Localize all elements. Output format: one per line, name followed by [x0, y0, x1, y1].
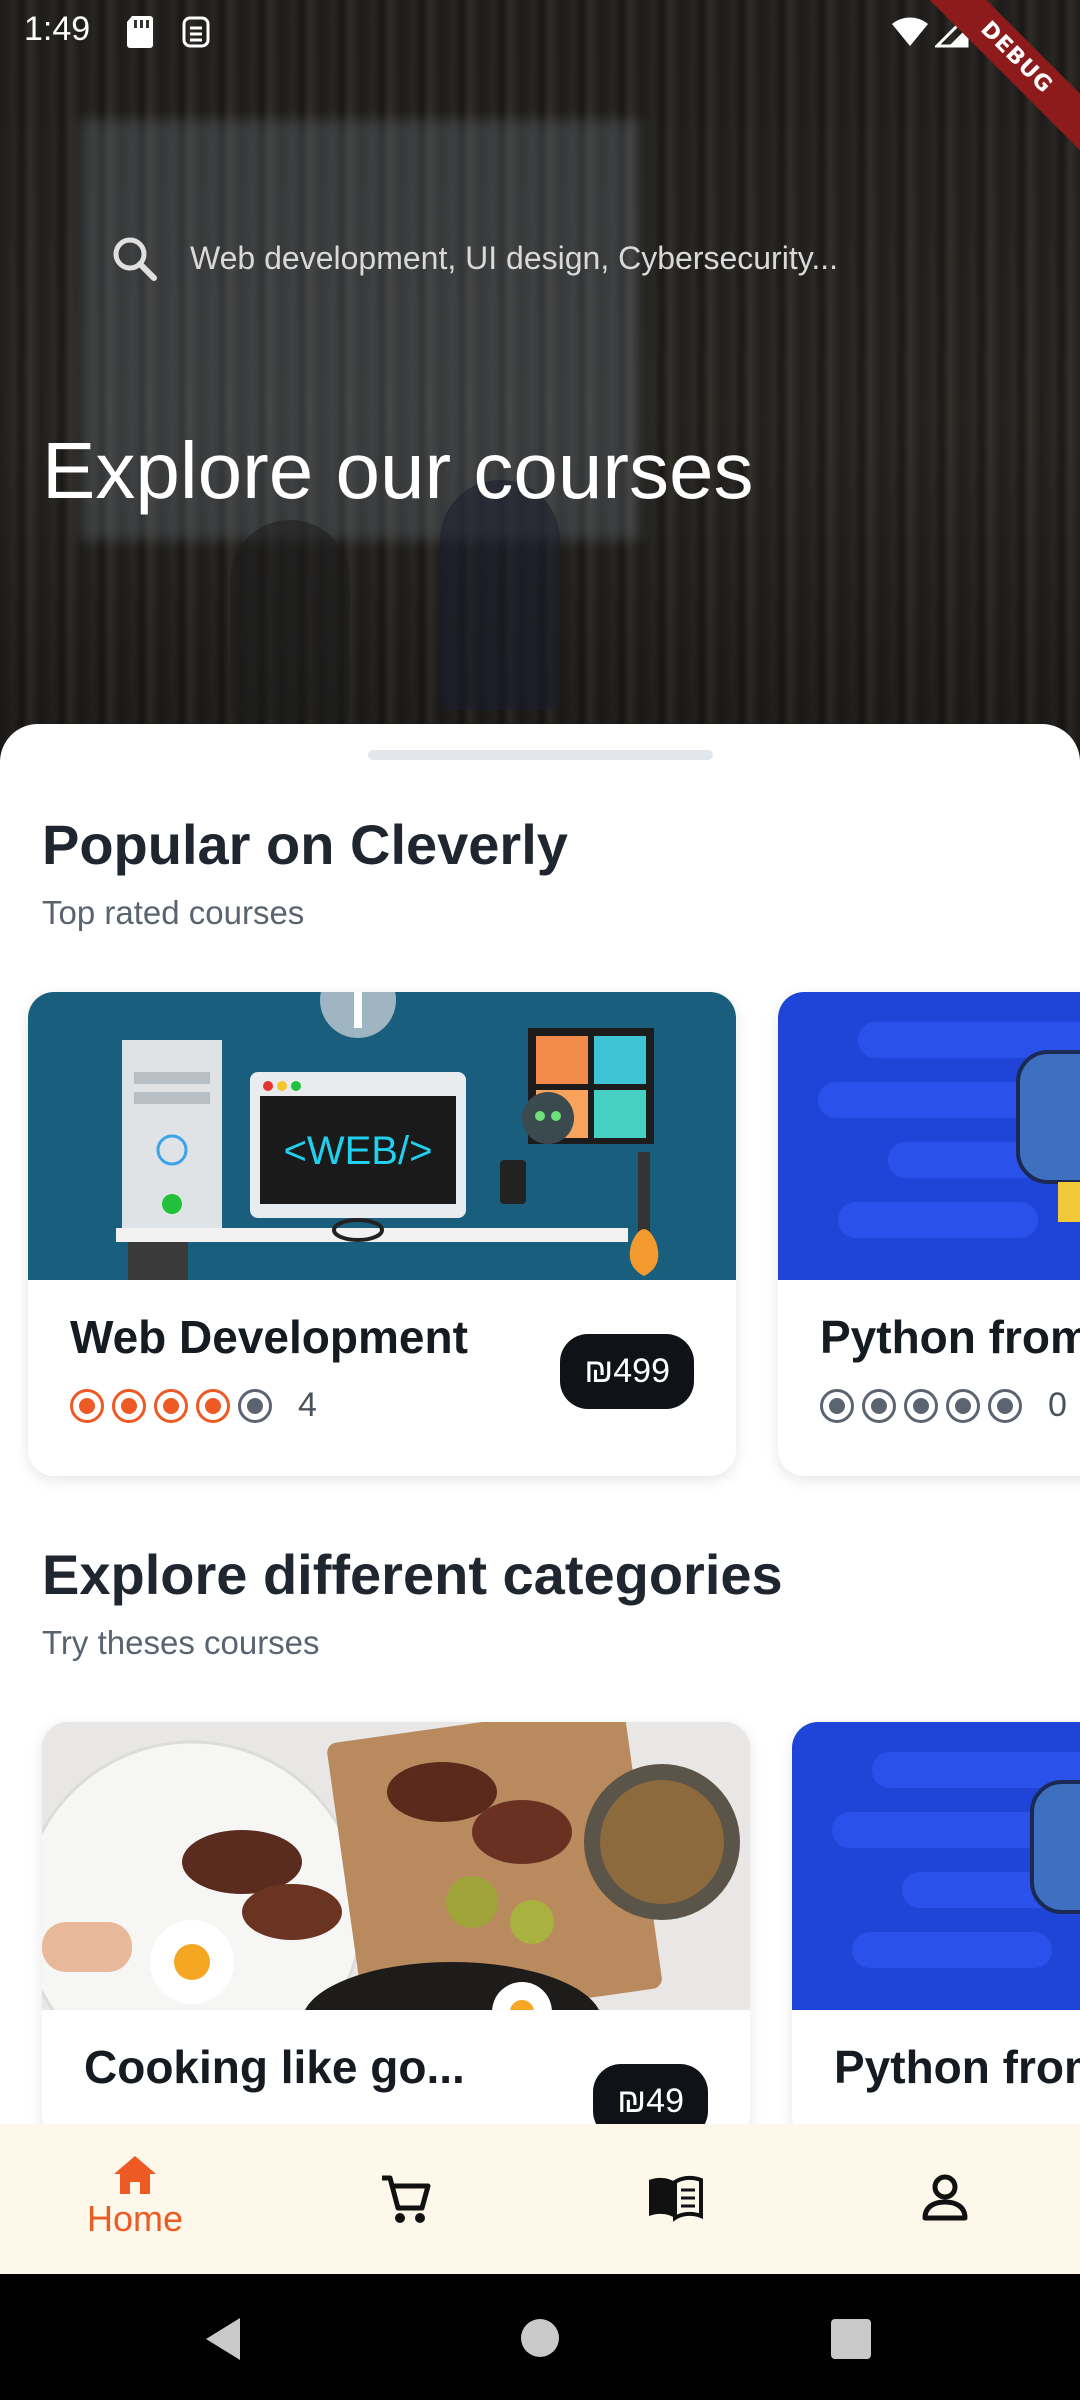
hero-background-person — [230, 520, 350, 720]
course-card-web-development[interactable]: <WEB/> Web Development 4 ₪499 — [28, 992, 736, 1476]
back-icon[interactable] — [202, 2316, 244, 2362]
course-title: Python from — [834, 2041, 1080, 2093]
hero-banner: 1:49 DEBUG Web development, UI design, C… — [0, 0, 1080, 760]
sd-card-icon — [127, 16, 153, 48]
course-thumbnail — [792, 1722, 1080, 2010]
sim-icon — [182, 16, 210, 48]
search-icon — [113, 237, 157, 281]
rating-dot-filled — [154, 1388, 188, 1423]
thumb-stripe — [818, 1082, 1038, 1118]
nav-profile[interactable] — [865, 2172, 1025, 2272]
course-title: Cooking like go... — [84, 2041, 465, 2093]
rating-dot-empty — [862, 1388, 896, 1423]
app-screen: 1:49 DEBUG Web development, UI design, C… — [0, 0, 1080, 2274]
rating-dot-filled — [196, 1388, 230, 1423]
content-sheet[interactable]: Popular on Cleverly Top rated courses <W… — [0, 724, 1080, 2274]
bottom-navigation: Home — [0, 2124, 1080, 2274]
status-bar: 1:49 DEBUG — [0, 0, 1080, 157]
rating-count: 0 — [1048, 1386, 1067, 1424]
course-card-python[interactable]: Python from 0 — [778, 992, 1080, 1476]
popular-section-title: Popular on Cleverly — [42, 813, 568, 876]
thumb-stripe — [832, 1812, 1052, 1848]
course-thumbnail — [42, 1722, 750, 2010]
cooking-illustration — [42, 1722, 750, 2010]
nav-cart[interactable] — [325, 2172, 485, 2272]
nav-home[interactable]: Home — [55, 2154, 215, 2254]
rating-dot-empty — [820, 1388, 854, 1423]
rating-dot-filled — [112, 1388, 146, 1423]
nav-my-courses[interactable] — [595, 2174, 755, 2274]
rating-count: 4 — [298, 1386, 317, 1424]
nav-home-label: Home — [86, 2198, 184, 2239]
profile-icon — [922, 2174, 968, 2221]
rating-dot-empty — [946, 1388, 980, 1423]
python-logo — [1030, 1780, 1080, 1914]
course-thumbnail: <WEB/> — [28, 992, 736, 1280]
python-logo — [1016, 1050, 1080, 1222]
categories-section-title: Explore different categories — [42, 1543, 783, 1606]
rating-dot-empty — [904, 1388, 938, 1423]
course-title: Web Development — [70, 1311, 468, 1363]
course-thumbnail — [778, 992, 1080, 1280]
system-navigation-bar — [0, 2274, 1080, 2400]
course-title: Python from — [820, 1311, 1080, 1363]
sheet-drag-handle[interactable] — [368, 750, 713, 760]
rating-dot-filled — [70, 1388, 104, 1423]
book-icon — [649, 2175, 703, 2222]
home-circle-icon[interactable] — [520, 2318, 560, 2358]
status-time: 1:49 — [24, 10, 91, 48]
wifi-icon — [892, 17, 928, 46]
recents-icon[interactable] — [830, 2318, 872, 2360]
search-placeholder: Web development, UI design, Cybersecurit… — [190, 239, 838, 276]
hero-title: Explore our courses — [42, 426, 754, 515]
course-card-cooking[interactable]: Cooking like go... ₪49 — [42, 1722, 750, 2142]
popular-section-subtitle: Top rated courses — [42, 894, 305, 931]
rating-dot-empty — [238, 1388, 272, 1423]
course-card-python-category[interactable]: Python from — [792, 1722, 1080, 2142]
cart-icon — [382, 2175, 431, 2223]
web-development-illustration: <WEB/> — [116, 992, 659, 1280]
course-rating: 0 — [820, 1386, 1067, 1425]
course-rating: 4 — [70, 1386, 317, 1425]
home-icon — [114, 2156, 156, 2194]
rating-dot-empty — [988, 1388, 1022, 1423]
price-badge[interactable]: ₪499 — [560, 1334, 694, 1409]
categories-section-subtitle: Try theses courses — [42, 1624, 320, 1661]
search-input[interactable]: Web development, UI design, Cybersecurit… — [110, 230, 1010, 286]
thumb-web-text: <WEB/> — [284, 1129, 433, 1173]
